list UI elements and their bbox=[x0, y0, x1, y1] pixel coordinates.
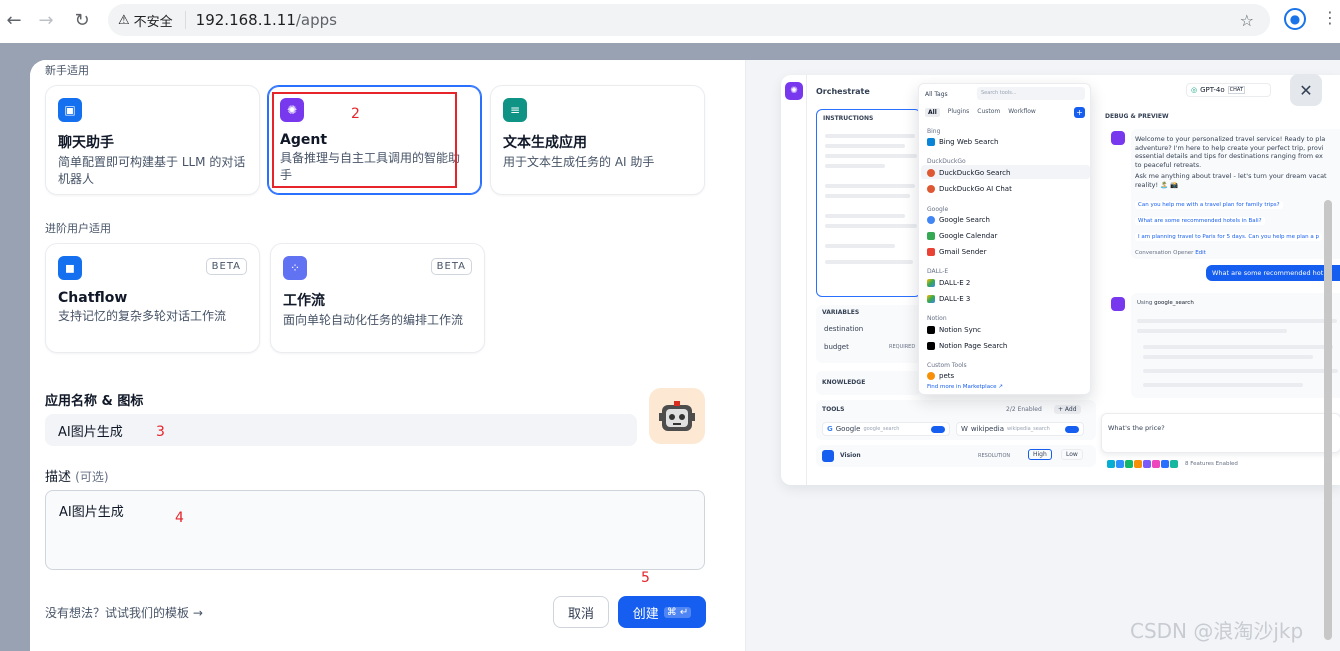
advanced-section-label: 进阶用户适用 bbox=[45, 222, 111, 235]
toggle-on bbox=[1065, 425, 1079, 433]
robot-icon bbox=[659, 401, 695, 431]
cancel-button[interactable]: 取消 bbox=[553, 596, 609, 628]
user-message: What are some recommended hot bbox=[1206, 265, 1340, 281]
warning-icon: ⚠ bbox=[118, 12, 130, 28]
text-generator-icon: ≡ bbox=[503, 98, 527, 122]
instructions-box: INSTRUCTIONS bbox=[816, 109, 921, 297]
browser-toolbar: ← → ↻ ⚠ 不安全 192.168.1.11/apps ☆ ● ⋮ bbox=[0, 0, 1340, 40]
tools-section: TOOLS 2/2 Enabled + Add G Google google_se… bbox=[816, 400, 1096, 440]
openai-icon: ◎ bbox=[1191, 86, 1198, 94]
tool-item: pets bbox=[927, 372, 954, 380]
tool-item: DuckDuckGo AI Chat bbox=[927, 185, 1012, 193]
app-type-chatflow-card[interactable]: ◼ BETA Chatflow 支持记忆的复杂多轮对话工作流 bbox=[45, 243, 260, 353]
google-icon: G bbox=[827, 425, 833, 433]
chat-bot-icon: ▣ bbox=[58, 98, 82, 122]
description-label: 描述 (可选) bbox=[45, 470, 109, 485]
tool-picker-dropdown: All Tags Search tools... All Plugins Cus… bbox=[918, 83, 1091, 395]
tool-item: Notion Sync bbox=[927, 326, 981, 334]
tool-item: Gmail Sender bbox=[927, 248, 986, 256]
variables-section: VARIABLES destination budget REQUIRED bbox=[816, 305, 921, 363]
profile-icon[interactable]: ● bbox=[1284, 8, 1306, 30]
chat-input: What's the price? bbox=[1101, 413, 1340, 453]
back-icon[interactable]: ← bbox=[0, 6, 28, 34]
tool-item: DALL-E 2 bbox=[927, 279, 970, 287]
tool-google: G Google google_search bbox=[822, 422, 950, 436]
welcome-message: Welcome to your personalized travel serv… bbox=[1131, 129, 1340, 259]
app-type-completion-card[interactable]: ≡ 文本生成应用 用于文本生成任务的 AI 助手 bbox=[490, 85, 705, 195]
bookmark-star-icon[interactable]: ☆ bbox=[1240, 11, 1254, 30]
bot-avatar-icon bbox=[1111, 297, 1125, 311]
vision-section: Vision RESOLUTION High Low bbox=[816, 445, 1096, 467]
knowledge-section: KNOWLEDGE bbox=[816, 371, 921, 395]
app-type-chat-card[interactable]: ▣ 聊天助手 简单配置即可构建基于 LLM 的对话机器人 bbox=[45, 85, 260, 195]
toggle-on bbox=[931, 425, 945, 433]
tool-item: Google Calendar bbox=[927, 232, 997, 240]
beta-badge: BETA bbox=[205, 258, 247, 275]
tool-item: Google Search bbox=[927, 216, 990, 224]
preview-sidebar bbox=[781, 75, 807, 485]
dropdown-tabs: All Plugins Custom Workflow bbox=[925, 108, 1036, 117]
app-icon-picker[interactable] bbox=[649, 388, 705, 444]
add-icon: + bbox=[1074, 107, 1085, 118]
create-form-panel: 新手适用 ▣ 聊天助手 简单配置即可构建基于 LLM 的对话机器人 ✺ Agen… bbox=[30, 60, 745, 651]
create-app-dialog: 新手适用 ▣ 聊天助手 简单配置即可构建基于 LLM 的对话机器人 ✺ Agen… bbox=[30, 60, 1340, 651]
tool-item: Bing Web Search bbox=[927, 138, 998, 146]
tool-item: DALL-E 3 bbox=[927, 295, 970, 303]
agent-preview-image: ✺ Orchestrate ◎GPT-4oCHAT INSTRUCTIONS bbox=[781, 75, 1340, 485]
security-indicator[interactable]: ⚠ 不安全 bbox=[118, 11, 186, 30]
app-name-label: 应用名称 & 图标 bbox=[45, 394, 144, 409]
chatflow-icon: ◼ bbox=[58, 256, 82, 280]
tool-item: Notion Page Search bbox=[927, 342, 1007, 350]
app-type-workflow-card[interactable]: ⁘ BETA 工作流 面向单轮自动化任务的编排工作流 bbox=[270, 243, 485, 353]
shortcut-hint: ⌘ ↵ bbox=[663, 606, 692, 618]
try-template-link[interactable]: 没有想法？试试我们的模板 → bbox=[45, 604, 203, 621]
watermark: CSDN @浪淘沙jkp bbox=[1130, 619, 1304, 643]
beta-badge: BETA bbox=[430, 258, 472, 275]
annotation-4: 4 bbox=[175, 510, 184, 526]
preview-panel: ✺ Orchestrate ◎GPT-4oCHAT INSTRUCTIONS bbox=[745, 60, 1340, 651]
tool-wikipedia: Wwikipedia wikipedia_search bbox=[956, 422, 1084, 436]
create-button[interactable]: 创建 ⌘ ↵ bbox=[618, 596, 706, 628]
bot-avatar-icon bbox=[1111, 131, 1125, 145]
menu-icon[interactable]: ⋮ bbox=[1322, 8, 1338, 27]
annotation-2: 2 bbox=[351, 106, 360, 122]
beginner-section-label: 新手适用 bbox=[45, 64, 89, 77]
app-name-input[interactable]: AI图片生成 bbox=[45, 414, 637, 446]
eye-icon bbox=[822, 450, 834, 462]
feature-icons bbox=[1107, 460, 1178, 468]
address-bar[interactable]: ⚠ 不安全 192.168.1.11/apps ☆ bbox=[108, 4, 1270, 36]
wikipedia-icon: W bbox=[961, 425, 968, 433]
workflow-icon: ⁘ bbox=[283, 256, 307, 280]
bot-response: Using google_search bbox=[1131, 293, 1340, 398]
forward-icon[interactable]: → bbox=[32, 6, 60, 34]
tool-item: DuckDuckGo Search bbox=[927, 169, 1010, 177]
annotation-5: 5 bbox=[641, 570, 650, 586]
close-icon[interactable]: ✕ bbox=[1290, 74, 1322, 106]
reload-icon[interactable]: ↻ bbox=[68, 6, 96, 34]
url-text: 192.168.1.11/apps bbox=[195, 11, 337, 29]
model-selector: ◎ GPT-4o CHAT bbox=[1186, 83, 1271, 97]
scrollbar[interactable] bbox=[1324, 200, 1332, 640]
annotation-3: 3 bbox=[156, 424, 165, 440]
description-textarea[interactable]: AI图片生成 bbox=[45, 490, 705, 570]
annotation-box bbox=[272, 92, 457, 188]
